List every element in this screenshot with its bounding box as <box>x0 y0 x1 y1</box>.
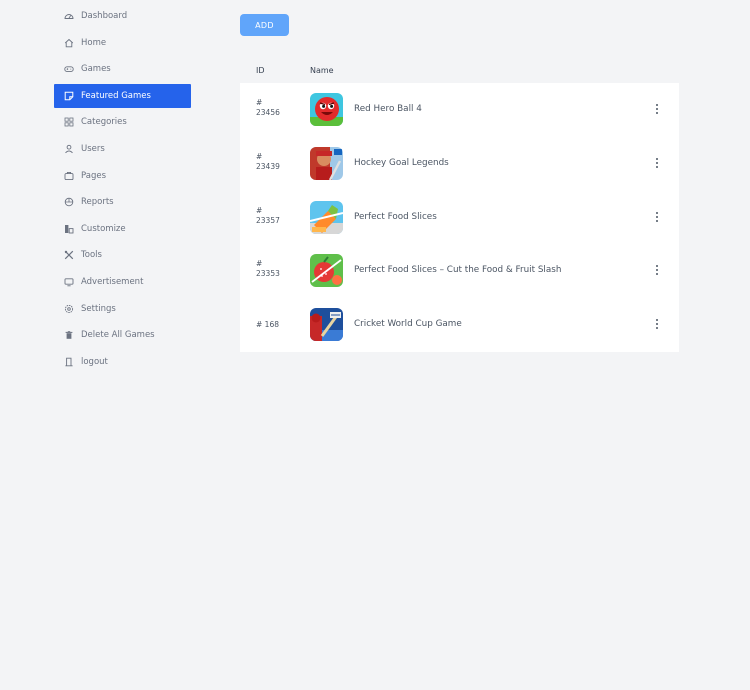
gamepad-icon <box>64 64 74 74</box>
id-prefix: # <box>256 151 263 161</box>
sidebar-item-label: Customize <box>81 223 126 234</box>
home-icon <box>64 38 74 48</box>
id-prefix: # <box>256 205 263 215</box>
id-prefix: # <box>256 259 263 269</box>
game-id: # 23357 <box>256 206 296 226</box>
sidebar-item-categories[interactable]: Categories <box>54 110 191 134</box>
game-name: Perfect Food Slices <box>354 211 437 222</box>
add-button[interactable]: ADD <box>240 14 289 36</box>
sidebar-item-users[interactable]: Users <box>54 137 191 161</box>
sidebar-item-tools[interactable]: Tools <box>54 243 191 267</box>
game-id: # 23456 <box>256 98 296 118</box>
gear-icon <box>64 304 74 314</box>
customize-icon <box>64 224 74 234</box>
more-options-icon[interactable] <box>653 102 661 116</box>
sidebar-item-label: Delete All Games <box>81 330 155 341</box>
sidebar-item-label: Categories <box>81 117 127 128</box>
column-header-name[interactable]: Name <box>310 66 334 75</box>
game-name: Red Hero Ball 4 <box>354 104 422 114</box>
sidebar-item-label: Games <box>81 64 111 75</box>
table-row[interactable]: # 23439 Hockey Goal Legends <box>240 137 679 191</box>
sidebar-item-settings[interactable]: Settings <box>54 297 191 321</box>
table-row[interactable]: # 23357 Perfect Food Slices <box>240 191 679 245</box>
id-prefix: # <box>256 98 263 107</box>
trash-icon <box>64 330 74 340</box>
sidebar-item-label: logout <box>81 356 108 367</box>
monitor-icon <box>64 277 74 287</box>
game-name: Cricket World Cup Game <box>354 319 462 330</box>
sidebar-item-label: Featured Games <box>81 90 151 101</box>
food-slice-game-thumbnail <box>310 200 343 234</box>
cricket-game-thumbnail <box>310 308 343 342</box>
fruit-slash-game-thumbnail <box>310 254 343 288</box>
more-options-icon[interactable] <box>653 210 661 224</box>
game-id: # 168 <box>256 320 279 330</box>
sidebar-item-delete-all-games[interactable]: Delete All Games <box>54 323 191 347</box>
id-value: 23456 <box>256 108 280 117</box>
sidebar-item-label: Dashboard <box>81 11 128 21</box>
game-id: # 23439 <box>256 152 296 172</box>
game-name: Hockey Goal Legends <box>354 157 449 168</box>
id-value: 23439 <box>256 161 280 171</box>
sidebar-item-reports[interactable]: Reports <box>54 190 191 214</box>
featured-games-table: # 23456 Red Hero Ball 4 # 23439 Hockey G… <box>240 83 679 352</box>
categories-icon <box>64 117 74 127</box>
reports-icon <box>64 197 74 207</box>
id-value: 23353 <box>256 269 280 279</box>
table-header: ID Name <box>240 62 679 80</box>
table-row[interactable]: # 23353 Perfect Food Slices – Cut the Fo… <box>240 244 679 298</box>
sidebar-item-games[interactable]: Games <box>54 57 191 81</box>
sidebar-item-logout[interactable]: logout <box>54 350 191 374</box>
red-ball-game-thumbnail <box>310 93 343 126</box>
sidebar-item-label: Pages <box>81 170 107 181</box>
logout-icon <box>64 357 74 367</box>
tools-icon <box>64 250 74 260</box>
sidebar-item-label: Advertisement <box>81 276 144 287</box>
sidebar-item-label: Home <box>81 37 107 48</box>
more-options-icon[interactable] <box>653 263 661 277</box>
sidebar-item-featured-games[interactable]: Featured Games <box>54 83 191 108</box>
table-row[interactable]: # 23456 Red Hero Ball 4 <box>240 83 679 137</box>
user-icon <box>64 144 74 154</box>
sidebar-item-label: Users <box>81 143 105 154</box>
sidebar-item-dashboard[interactable]: Dashboard <box>54 4 191 28</box>
dashboard-icon <box>64 11 74 21</box>
column-header-id[interactable]: ID <box>256 66 265 75</box>
sidebar-item-label: Tools <box>81 250 102 261</box>
sidebar: Dashboard Home Games Featured Games Cate… <box>54 4 191 376</box>
sidebar-item-advertisement[interactable]: Advertisement <box>54 270 191 294</box>
hockey-game-thumbnail <box>310 146 343 180</box>
game-name: Perfect Food Slices – Cut the Food & Fru… <box>354 265 562 276</box>
id-value: 23357 <box>256 215 280 225</box>
sidebar-item-home[interactable]: Home <box>54 31 191 55</box>
sidebar-item-customize[interactable]: Customize <box>54 217 191 241</box>
pages-icon <box>64 171 74 181</box>
more-options-icon[interactable] <box>653 317 661 331</box>
sidebar-item-label: Reports <box>81 197 114 208</box>
sidebar-item-label: Settings <box>81 303 116 314</box>
sidebar-item-pages[interactable]: Pages <box>54 164 191 188</box>
featured-icon <box>64 91 74 101</box>
table-row[interactable]: # 168 Cricket World Cup Game <box>240 298 679 352</box>
more-options-icon[interactable] <box>653 156 661 170</box>
game-id: # 23353 <box>256 259 296 279</box>
